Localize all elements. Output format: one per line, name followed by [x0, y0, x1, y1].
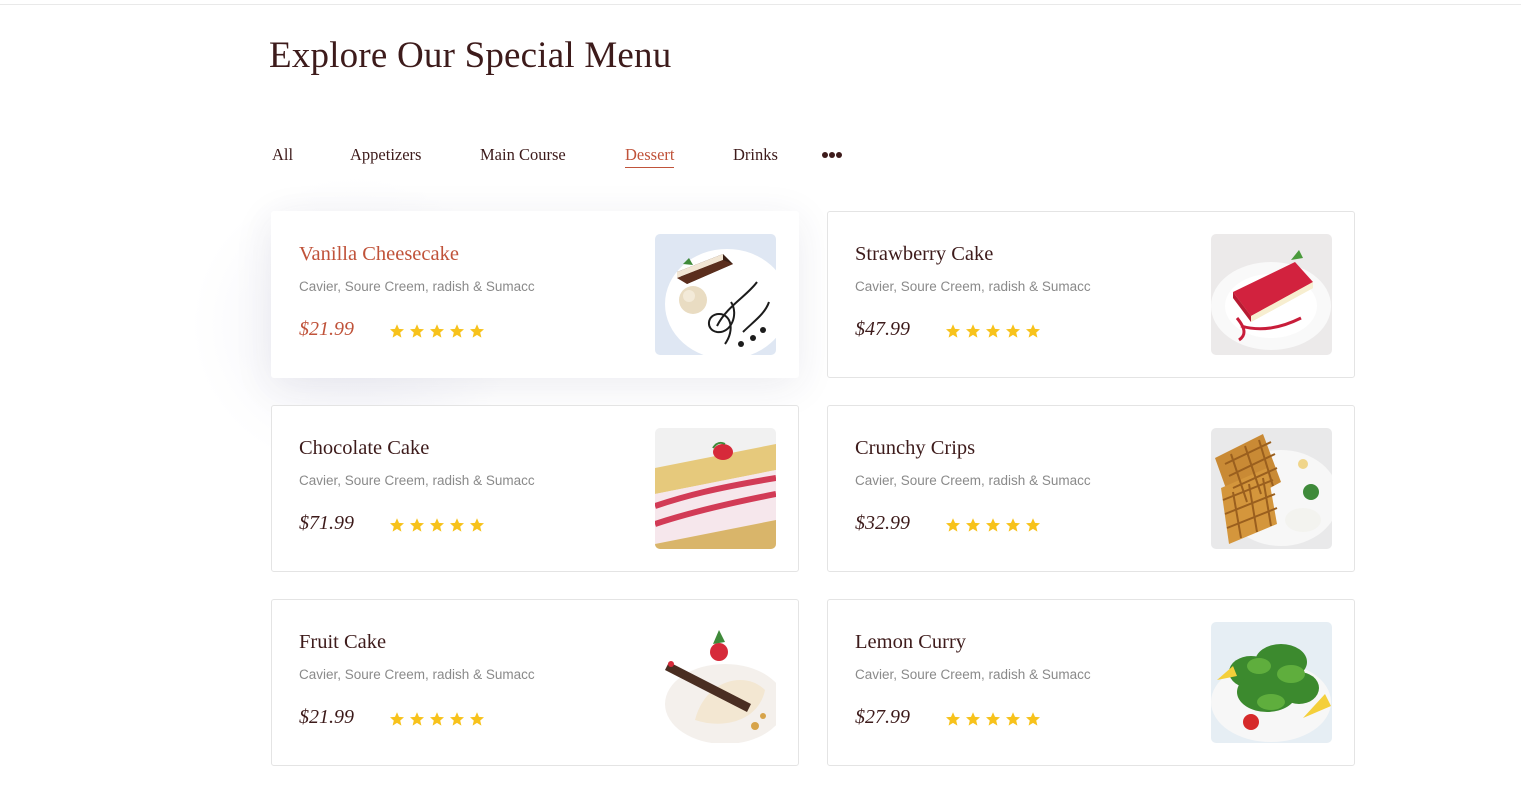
tab-drinks[interactable]: Drinks: [733, 144, 778, 166]
star-rating: [945, 323, 1041, 339]
menu-item-price: $27.99: [855, 706, 910, 728]
chocolate-cake-photo[interactable]: [655, 428, 776, 549]
menu-item-description: Cavier, Soure Creem, radish & Sumacc: [299, 667, 535, 682]
star-icon: [946, 712, 960, 726]
star-icon: [470, 518, 484, 532]
tab-appetizers[interactable]: Appetizers: [350, 144, 421, 166]
menu-item-price: $21.99: [299, 318, 354, 340]
page-title: Explore Our Special Menu: [269, 35, 672, 76]
star-icon: [986, 324, 1000, 338]
star-rating: [389, 323, 485, 339]
star-icon: [1006, 518, 1020, 532]
menu-item-description: Cavier, Soure Creem, radish & Sumacc: [855, 279, 1091, 294]
star-icon: [966, 324, 980, 338]
menu-item-description: Cavier, Soure Creem, radish & Sumacc: [855, 667, 1091, 682]
menu-item-name[interactable]: Crunchy Crips: [855, 437, 975, 460]
star-icon: [430, 324, 444, 338]
crunchy-crips-photo[interactable]: [1211, 428, 1332, 549]
star-icon: [986, 712, 1000, 726]
star-icon: [470, 324, 484, 338]
menu-item-description: Cavier, Soure Creem, radish & Sumacc: [855, 473, 1091, 488]
menu-item-name[interactable]: Strawberry Cake: [855, 243, 993, 266]
star-rating: [945, 711, 1041, 727]
star-icon: [1026, 518, 1040, 532]
tab-all[interactable]: All: [272, 144, 293, 166]
menu-card[interactable]: Lemon Curry Cavier, Soure Creem, radish …: [827, 599, 1355, 766]
tab-main-course[interactable]: Main Course: [480, 144, 566, 166]
header-divider: [0, 4, 1521, 5]
star-icon: [470, 712, 484, 726]
menu-item-price: $21.99: [299, 706, 354, 728]
star-icon: [966, 712, 980, 726]
menu-item-price: $47.99: [855, 318, 910, 340]
star-rating: [389, 711, 485, 727]
star-icon: [390, 518, 404, 532]
menu-item-name[interactable]: Fruit Cake: [299, 631, 386, 654]
menu-item-description: Cavier, Soure Creem, radish & Sumacc: [299, 473, 535, 488]
star-icon: [410, 712, 424, 726]
menu-card[interactable]: Crunchy Crips Cavier, Soure Creem, radis…: [827, 405, 1355, 572]
star-icon: [410, 518, 424, 532]
vanilla-cheesecake-photo[interactable]: [655, 234, 776, 355]
fruit-cake-photo[interactable]: [655, 622, 776, 743]
star-icon: [946, 518, 960, 532]
star-icon: [1026, 712, 1040, 726]
star-icon: [390, 324, 404, 338]
menu-card[interactable]: Vanilla Cheesecake Cavier, Soure Creem, …: [271, 211, 799, 378]
menu-item-description: Cavier, Soure Creem, radish & Sumacc: [299, 279, 535, 294]
star-icon: [1006, 324, 1020, 338]
star-rating: [945, 517, 1041, 533]
tab-dessert[interactable]: Dessert: [625, 144, 675, 168]
menu-item-name[interactable]: Vanilla Cheesecake: [299, 243, 459, 266]
star-icon: [410, 324, 424, 338]
star-icon: [450, 324, 464, 338]
strawberry-cake-photo[interactable]: [1211, 234, 1332, 355]
star-icon: [1006, 712, 1020, 726]
more-horizontal-icon[interactable]: [821, 149, 847, 161]
menu-item-name[interactable]: Chocolate Cake: [299, 437, 429, 460]
star-icon: [430, 712, 444, 726]
menu-item-name[interactable]: Lemon Curry: [855, 631, 966, 654]
star-icon: [1026, 324, 1040, 338]
star-icon: [450, 518, 464, 532]
lemon-curry-photo[interactable]: [1211, 622, 1332, 743]
menu-item-price: $32.99: [855, 512, 910, 534]
star-icon: [390, 712, 404, 726]
star-icon: [966, 518, 980, 532]
star-icon: [450, 712, 464, 726]
menu-card[interactable]: Chocolate Cake Cavier, Soure Creem, radi…: [271, 405, 799, 572]
star-rating: [389, 517, 485, 533]
menu-card[interactable]: Strawberry Cake Cavier, Soure Creem, rad…: [827, 211, 1355, 378]
menu-item-price: $71.99: [299, 512, 354, 534]
star-icon: [430, 518, 444, 532]
star-icon: [946, 324, 960, 338]
star-icon: [986, 518, 1000, 532]
menu-card[interactable]: Fruit Cake Cavier, Soure Creem, radish &…: [271, 599, 799, 766]
